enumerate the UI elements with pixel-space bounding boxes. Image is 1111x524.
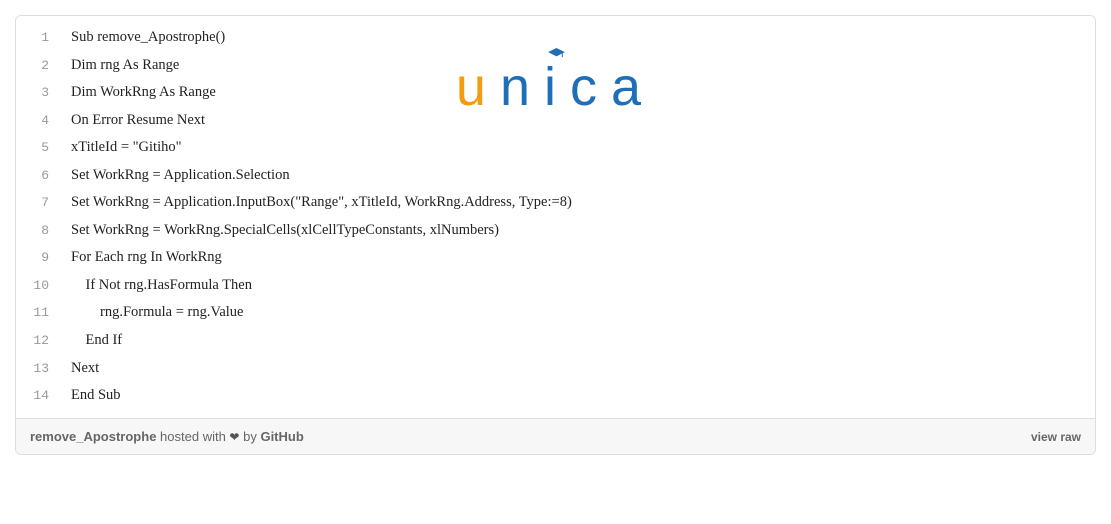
code-line: 12 End If <box>16 327 1095 355</box>
code-line: 2Dim rng As Range <box>16 52 1095 80</box>
view-raw-link[interactable]: view raw <box>1031 430 1081 444</box>
line-content[interactable]: On Error Resume Next <box>71 107 205 135</box>
line-content[interactable]: Dim WorkRng As Range <box>71 79 216 107</box>
code-area: u n i c a 1Sub remove_Apostrophe()2Dim r… <box>16 16 1095 418</box>
line-number: 5 <box>16 136 71 161</box>
line-number: 7 <box>16 191 71 216</box>
code-line: 14End Sub <box>16 382 1095 410</box>
filename-link[interactable]: remove_Apostrophe <box>30 429 156 444</box>
line-number: 14 <box>16 384 71 409</box>
gist-container: u n i c a 1Sub remove_Apostrophe()2Dim r… <box>15 15 1096 455</box>
code-line: 10 If Not rng.HasFormula Then <box>16 272 1095 300</box>
line-number: 1 <box>16 26 71 51</box>
code-line: 6Set WorkRng = Application.Selection <box>16 162 1095 190</box>
hosted-text: hosted with <box>160 429 229 444</box>
line-content[interactable]: For Each rng In WorkRng <box>71 244 222 272</box>
code-line: 1Sub remove_Apostrophe() <box>16 24 1095 52</box>
line-content[interactable]: If Not rng.HasFormula Then <box>71 272 252 300</box>
line-number: 10 <box>16 274 71 299</box>
line-content[interactable]: Set WorkRng = Application.InputBox("Rang… <box>71 189 572 217</box>
by-text: by <box>243 429 260 444</box>
line-content[interactable]: xTitleId = "Gitiho" <box>71 134 182 162</box>
github-link[interactable]: GitHub <box>260 429 303 444</box>
footer-right: view raw <box>1031 429 1081 444</box>
line-number: 4 <box>16 109 71 134</box>
line-content[interactable]: Set WorkRng = Application.Selection <box>71 162 290 190</box>
code-line: 9For Each rng In WorkRng <box>16 244 1095 272</box>
line-content[interactable]: Set WorkRng = WorkRng.SpecialCells(xlCel… <box>71 217 499 245</box>
code-lines: 1Sub remove_Apostrophe()2Dim rng As Rang… <box>16 24 1095 410</box>
line-content[interactable]: Dim rng As Range <box>71 52 179 80</box>
footer-left: remove_Apostrophe hosted with ❤ by GitHu… <box>30 429 304 444</box>
code-line: 13Next <box>16 355 1095 383</box>
code-line: 11 rng.Formula = rng.Value <box>16 299 1095 327</box>
line-number: 12 <box>16 329 71 354</box>
line-number: 13 <box>16 357 71 382</box>
line-number: 3 <box>16 81 71 106</box>
line-number: 2 <box>16 54 71 79</box>
line-content[interactable]: End Sub <box>71 382 121 410</box>
code-line: 4On Error Resume Next <box>16 107 1095 135</box>
line-number: 11 <box>16 301 71 326</box>
heart-icon: ❤ <box>229 430 239 444</box>
line-content[interactable]: End If <box>71 327 122 355</box>
line-content[interactable]: Next <box>71 355 99 383</box>
code-line: 5xTitleId = "Gitiho" <box>16 134 1095 162</box>
line-number: 9 <box>16 246 71 271</box>
line-number: 6 <box>16 164 71 189</box>
line-content[interactable]: Sub remove_Apostrophe() <box>71 24 225 52</box>
code-line: 3Dim WorkRng As Range <box>16 79 1095 107</box>
gist-footer: remove_Apostrophe hosted with ❤ by GitHu… <box>16 418 1095 454</box>
line-number: 8 <box>16 219 71 244</box>
line-content[interactable]: rng.Formula = rng.Value <box>71 299 244 327</box>
code-line: 8Set WorkRng = WorkRng.SpecialCells(xlCe… <box>16 217 1095 245</box>
code-line: 7Set WorkRng = Application.InputBox("Ran… <box>16 189 1095 217</box>
